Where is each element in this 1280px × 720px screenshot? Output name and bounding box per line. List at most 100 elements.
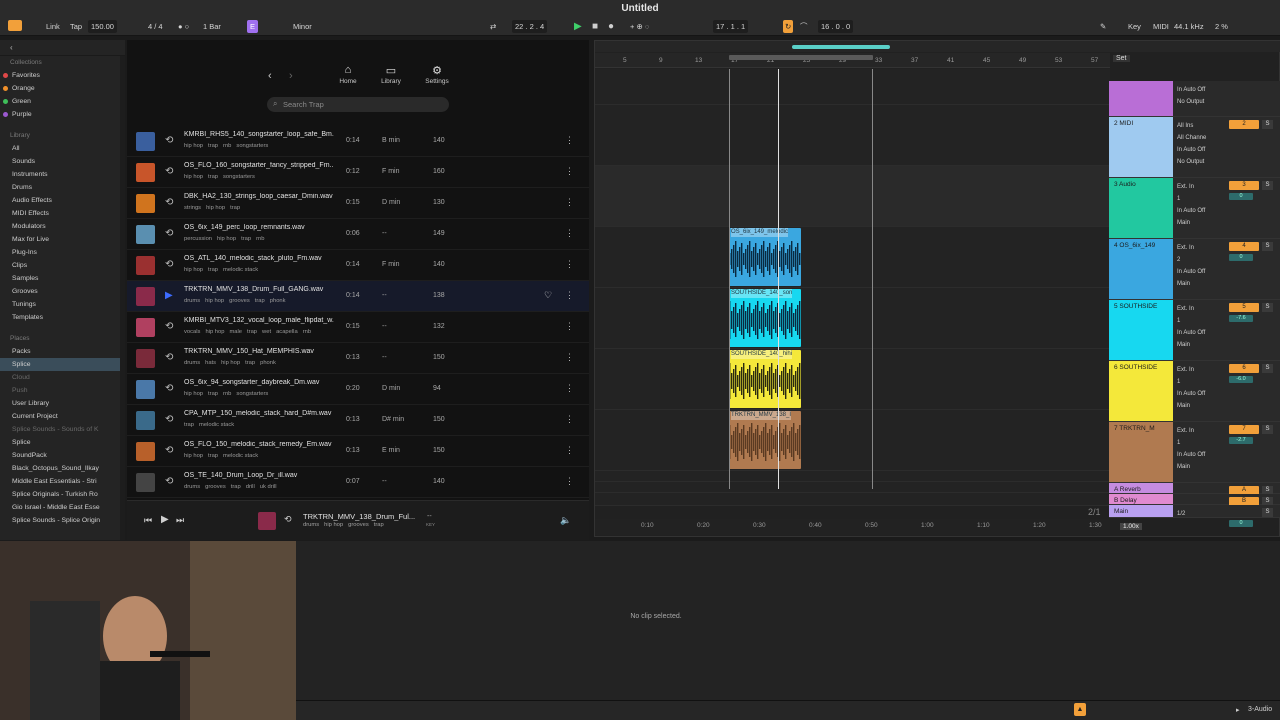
track-name[interactable]: 5 SOUTHSIDE — [1109, 300, 1173, 360]
loop-icon[interactable]: ⟲ — [165, 383, 173, 394]
forward-chevron-icon[interactable]: › — [289, 70, 293, 82]
solo-button[interactable]: S — [1262, 181, 1273, 190]
track-lane[interactable] — [595, 349, 1110, 410]
library-item-modulators[interactable]: Modulators — [0, 220, 120, 233]
track-lane[interactable] — [595, 166, 1110, 227]
time-ruler[interactable]: 0:10 0:20 0:30 0:40 0:50 1:00 1:10 1:20 1:30 — [595, 519, 1110, 535]
time-signature-field[interactable]: 4 / 4 — [148, 20, 163, 33]
volume-icon[interactable]: 🔈 — [560, 515, 571, 526]
library-item-instruments[interactable]: Instruments — [0, 168, 120, 181]
warning-icon[interactable]: ▲ — [1074, 703, 1086, 716]
stop-icon[interactable]: ■ — [592, 20, 598, 33]
collection-favorites[interactable]: Favorites — [0, 69, 120, 82]
collection-green[interactable]: Green — [0, 95, 120, 108]
punch-icon[interactable]: ⌒ — [800, 20, 808, 33]
places-item-splice[interactable]: Splice — [0, 358, 120, 371]
library-item-plug-ins[interactable]: Plug-Ins — [0, 246, 120, 259]
places-item-middle-east[interactable]: Middle East Essentials - Stri — [0, 475, 120, 488]
overview-viewport[interactable] — [792, 45, 890, 49]
sample-row[interactable]: ⟲ OS_TE_140_Drum_Loop_Dr_ill.wav drums groo… — [127, 467, 589, 498]
places-item-splice-2[interactable]: Splice — [0, 436, 120, 449]
solo-button[interactable]: S — [1262, 508, 1273, 517]
track-name[interactable]: B Delay — [1109, 494, 1173, 504]
tap-button[interactable]: Tap — [70, 20, 82, 33]
places-item-user-library[interactable]: User Library — [0, 397, 120, 410]
sample-row[interactable]: ⟲ CPA_MTP_150_melodic_stack_hard_D#m.wav t… — [127, 405, 589, 436]
sample-row[interactable]: ▶ TRKTRN_MMV_138_Drum_Full_GANG.wav drums h… — [127, 281, 589, 312]
library-item-sounds[interactable]: Sounds — [0, 155, 120, 168]
places-item-gio-israel[interactable]: Gio Israel - Middle East Esse — [0, 501, 120, 514]
audio-clip[interactable]: SOUTHSIDE_140_hihi — [729, 350, 801, 408]
play-icon[interactable]: ▶ — [574, 20, 582, 33]
track-volume[interactable]: -6.0 — [1229, 376, 1253, 383]
track-volume[interactable]: -7.6 — [1229, 315, 1253, 322]
track-io-field[interactable]: In Auto Off — [1177, 205, 1205, 217]
key-transpose-value[interactable]: -- — [427, 513, 432, 520]
track-io-field[interactable]: In Auto Off — [1177, 84, 1205, 96]
track-name[interactable]: 2 MIDI — [1109, 117, 1173, 177]
track-header[interactable]: 2 MIDI All Ins All Channe In Auto Off No Out… — [1109, 117, 1280, 178]
places-item-cloud[interactable]: Cloud — [0, 371, 120, 384]
track-activator[interactable]: 7 — [1229, 425, 1259, 434]
audio-clip[interactable]: OS_6ix_149_melodic — [729, 228, 801, 286]
track-io-field[interactable]: In Auto Off — [1177, 327, 1205, 339]
loop-start-field[interactable]: 17 . 1 . 1 — [713, 20, 749, 33]
track-io-field[interactable]: In Auto Off — [1177, 144, 1206, 156]
track-io-field[interactable]: Main — [1177, 278, 1205, 290]
track-lane[interactable] — [595, 471, 1110, 482]
library-item-tunings[interactable]: Tunings — [0, 298, 120, 311]
library-item-max-for-live[interactable]: Max for Live — [0, 233, 120, 246]
track-name[interactable]: 4 OS_6ix_149 — [1109, 239, 1173, 299]
skip-forward-icon[interactable]: ⏭ — [176, 515, 184, 526]
skip-back-icon[interactable]: ⏮ — [144, 515, 152, 526]
loop-icon[interactable]: ⟲ — [165, 414, 173, 425]
loop-icon[interactable]: ⟲ — [165, 352, 173, 363]
places-item-current-project[interactable]: Current Project — [0, 410, 120, 423]
midi-map-button[interactable]: MIDI — [1153, 20, 1169, 33]
key-map-button[interactable]: Key — [1128, 20, 1141, 33]
audio-clip[interactable]: SOUTHSIDE_140_son — [729, 289, 801, 347]
track-header[interactable]: A Reverb A S — [1109, 483, 1280, 495]
more-menu-icon[interactable]: ⋮ — [565, 445, 574, 456]
collection-orange[interactable]: Orange — [0, 82, 120, 95]
browser-toggle-icon[interactable] — [8, 20, 22, 31]
set-button[interactable]: Set — [1113, 55, 1130, 62]
loop-icon[interactable]: ⟲ — [165, 476, 173, 487]
track-io-field[interactable]: Main — [1177, 461, 1205, 473]
track-activator[interactable]: 3 — [1229, 181, 1259, 190]
library-item-all[interactable]: All — [0, 142, 120, 155]
solo-button[interactable]: S — [1262, 120, 1273, 129]
more-menu-icon[interactable]: ⋮ — [565, 135, 574, 146]
track-io-field[interactable]: 1 — [1177, 437, 1205, 449]
more-menu-icon[interactable]: ⋮ — [565, 414, 574, 425]
track-io-field[interactable]: 1 — [1177, 193, 1205, 205]
audio-clip[interactable]: TRKTRN_MMV_138_I — [729, 411, 801, 469]
link-button[interactable]: Link — [46, 20, 60, 33]
tempo-field[interactable]: 150.00 — [88, 20, 117, 33]
track-io-field[interactable]: All Ins — [1177, 120, 1206, 132]
track-io-field[interactable]: In Auto Off — [1177, 388, 1205, 400]
track-header[interactable]: B Delay B S — [1109, 494, 1280, 506]
solo-button[interactable]: S — [1262, 303, 1273, 312]
places-item-push[interactable]: Push — [0, 384, 120, 397]
track-activator[interactable]: 2 — [1229, 120, 1259, 129]
track-activator[interactable]: 4 — [1229, 242, 1259, 251]
overdub-icon[interactable]: + ⊕ ◌ — [630, 20, 649, 33]
track-io-field[interactable]: In Auto Off — [1177, 449, 1205, 461]
sample-row[interactable]: ⟲ OS_6ix_149_perc_loop_remnants.wav percus… — [127, 219, 589, 250]
metronome-icon[interactable]: ● ○ — [178, 20, 189, 33]
library-item-midi-effects[interactable]: MIDI Effects — [0, 207, 120, 220]
loop-icon[interactable]: ⟲ — [165, 197, 173, 208]
key-scale-select[interactable]: Minor — [293, 20, 312, 33]
track-activator[interactable]: 6 — [1229, 364, 1259, 373]
library-item-audio-effects[interactable]: Audio Effects — [0, 194, 120, 207]
quantize-select[interactable]: 1 Bar — [203, 20, 221, 33]
track-lane[interactable] — [595, 105, 1110, 166]
playhead[interactable] — [778, 69, 779, 489]
overview-bar[interactable] — [595, 41, 1280, 52]
loop-icon[interactable]: ⟲ — [165, 135, 173, 146]
places-item-black-octopus[interactable]: Black_Octopus_Sound_Ilkay — [0, 462, 120, 475]
collection-purple[interactable]: Purple — [0, 108, 120, 121]
loop-icon[interactable]: ⟲ — [165, 321, 173, 332]
places-item-packs[interactable]: Packs — [0, 345, 120, 358]
